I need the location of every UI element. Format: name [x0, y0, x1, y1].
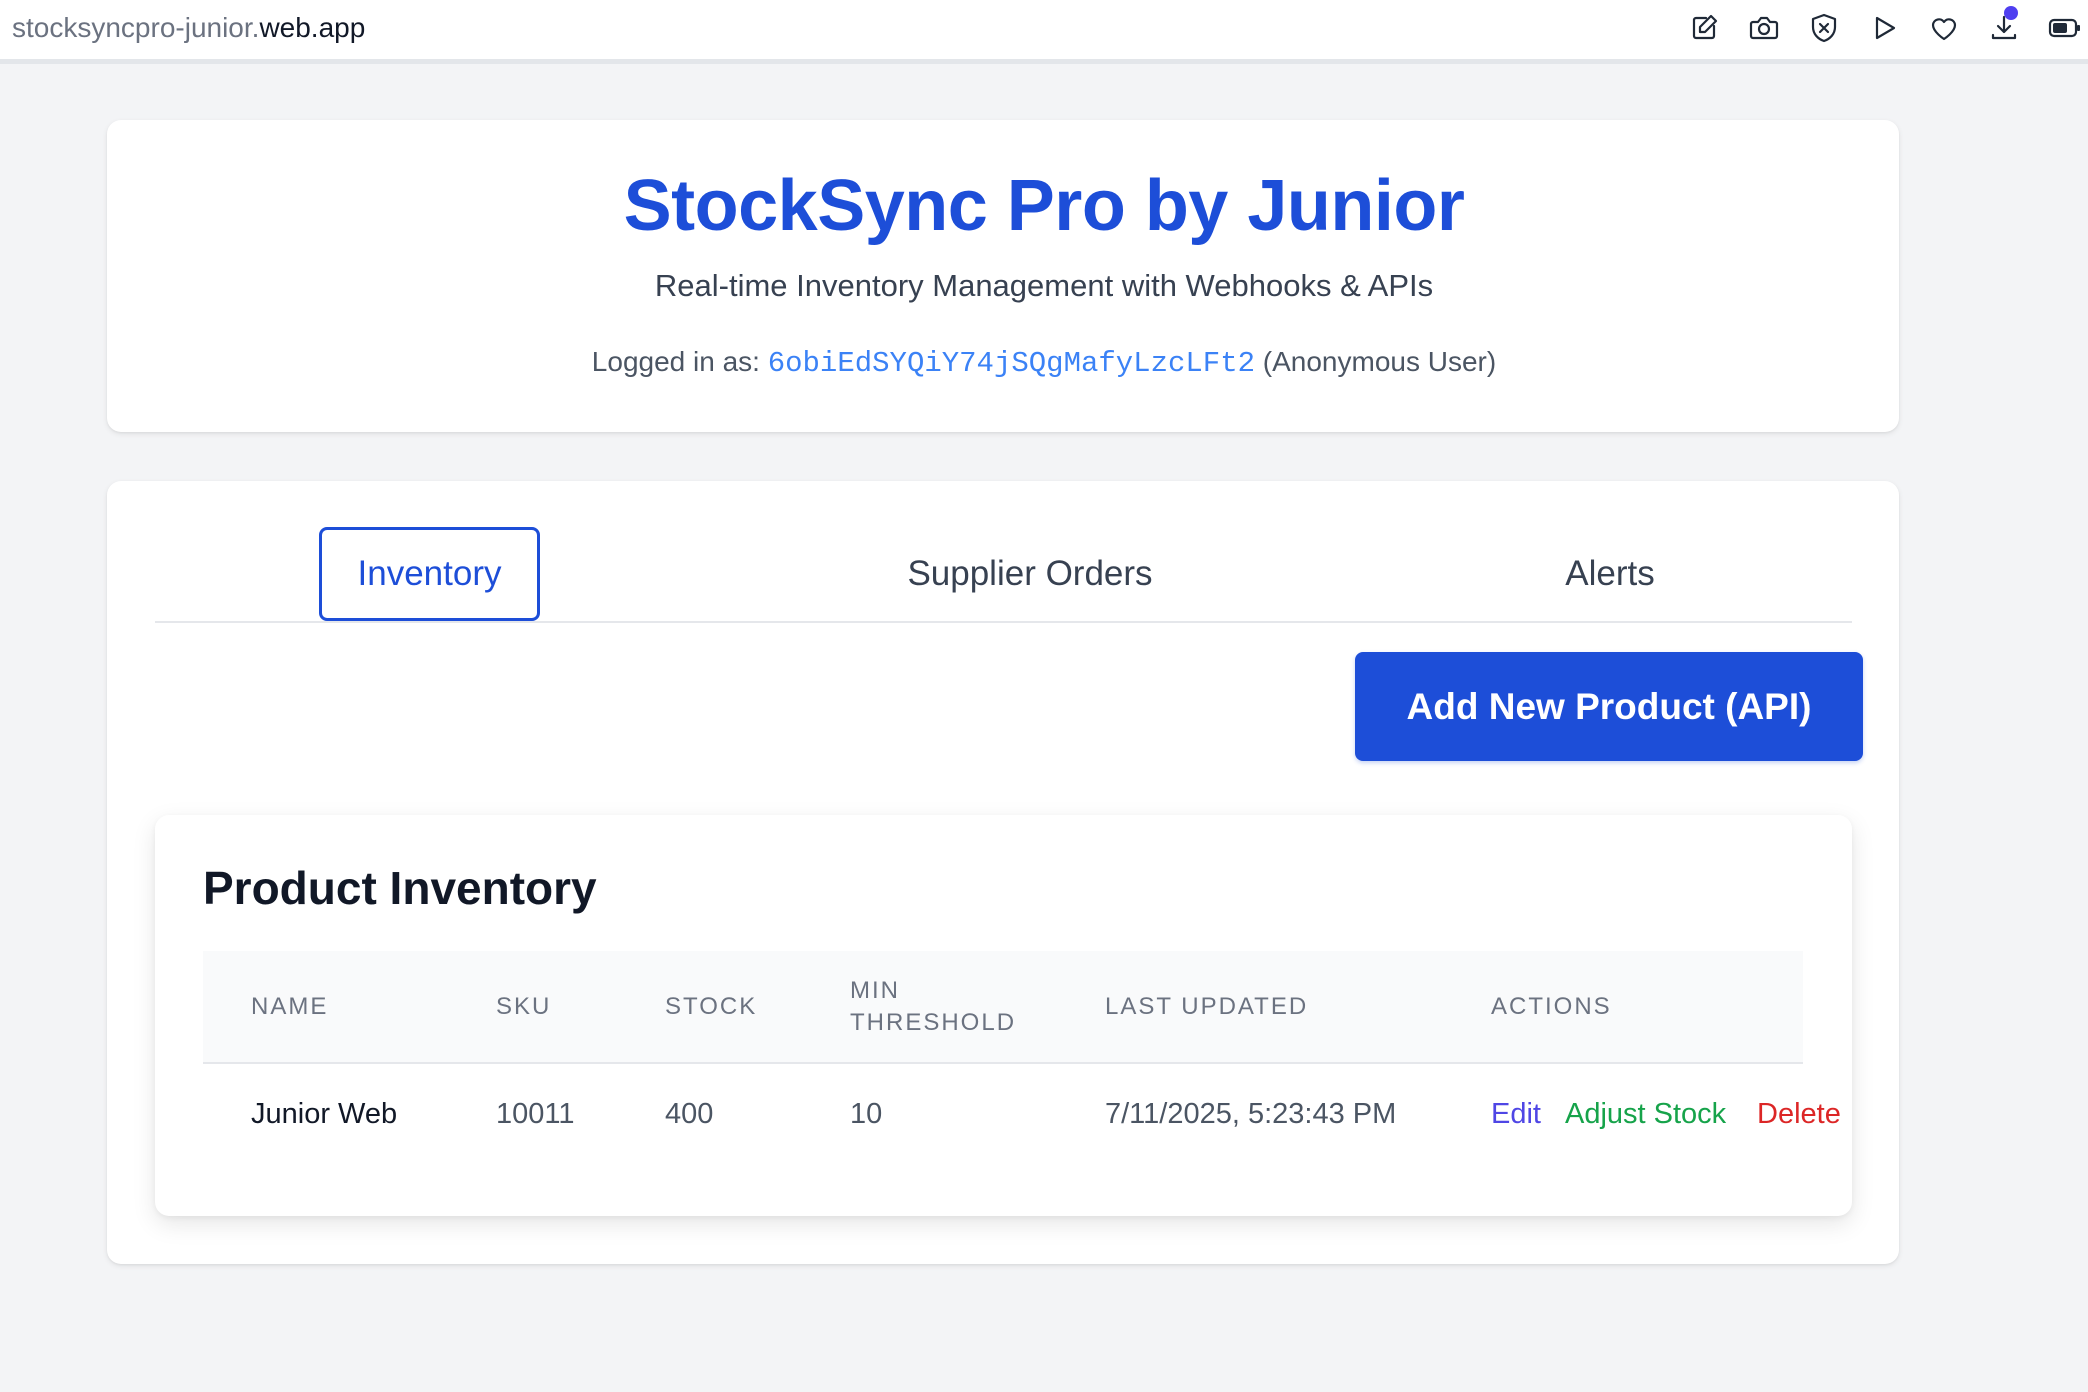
download-icon[interactable]	[1984, 6, 2024, 48]
tab-supplier-orders[interactable]: Supplier Orders	[875, 527, 1185, 621]
column-header-stock: Stock	[665, 993, 758, 1020]
play-icon[interactable]	[1864, 8, 1904, 48]
url-domain: web.app	[259, 12, 366, 43]
camera-icon[interactable]	[1744, 8, 1784, 48]
inventory-card: Product Inventory Name SKU Stock Min Thr…	[155, 815, 1852, 1216]
cell-min-threshold: 10	[850, 1098, 883, 1130]
notification-dot	[2004, 6, 2018, 20]
cell-stock: 400	[665, 1098, 714, 1130]
app-subtitle: Real-time Inventory Management with Webh…	[654, 268, 1434, 303]
logged-in-label: Logged in as:	[591, 346, 760, 377]
adjust-stock-link[interactable]: Adjust Stock	[1565, 1098, 1726, 1131]
cell-last-updated: 7/11/2025, 5:23:43 PM	[1105, 1098, 1397, 1130]
heart-icon[interactable]	[1924, 8, 1964, 48]
column-header-name: Name	[251, 993, 329, 1020]
user-type: (Anonymous User)	[1262, 346, 1497, 377]
inventory-title: Product Inventory	[203, 862, 597, 914]
user-id: 6obiEdSYQiY74jSQgMafyLzcLFt2	[767, 347, 1255, 380]
tab-alerts[interactable]: Alerts	[1535, 527, 1685, 621]
login-status: Logged in as: 6obiEdSYQiY74jSQgMafyLzcLF…	[0, 346, 2088, 380]
column-header-min-threshold: Min Threshold	[850, 977, 1017, 1036]
tab-inventory[interactable]: Inventory	[319, 527, 540, 621]
column-header-last-updated: Last Updated	[1105, 993, 1309, 1020]
table-row: Junior Web 10011 400 10 7/11/2025, 5:23:…	[203, 1064, 1841, 1171]
shield-icon[interactable]	[1804, 8, 1844, 48]
edit-link[interactable]: Edit	[1491, 1098, 1541, 1131]
url-prefix: stocksyncpro-junior.	[12, 12, 260, 43]
column-header-sku: SKU	[496, 993, 552, 1020]
tab-bar: Inventory Supplier Orders Alerts	[155, 527, 1852, 623]
cell-sku: 10011	[496, 1098, 575, 1130]
app-title: StockSync Pro by Junior	[623, 166, 1465, 246]
edit-page-icon[interactable]	[1684, 8, 1724, 48]
delete-link[interactable]: Delete	[1757, 1098, 1841, 1131]
add-new-product-button[interactable]: Add New Product (API)	[1355, 652, 1863, 761]
browser-toolbar: stocksyncpro-junior.web.app	[0, 0, 2088, 64]
address-bar[interactable]: stocksyncpro-junior.web.app	[12, 12, 365, 44]
toolbar-icons	[1684, 6, 2088, 48]
column-header-actions: Actions	[1491, 993, 1612, 1020]
inventory-table: Name SKU Stock Min Threshold Last Update…	[203, 951, 1841, 1171]
table-header: Name SKU Stock Min Threshold Last Update…	[203, 951, 1803, 1064]
battery-icon	[2044, 8, 2084, 48]
cell-name: Junior Web	[251, 1098, 398, 1130]
